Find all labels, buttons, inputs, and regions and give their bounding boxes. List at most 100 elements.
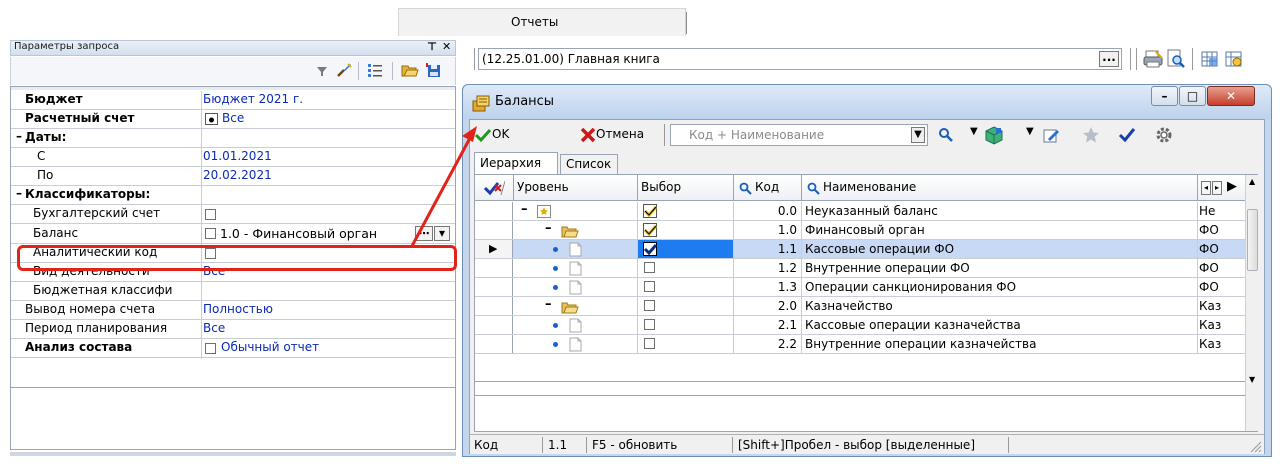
table-row[interactable]: – 0.0 Неуказанный баланс Не: [475, 202, 1245, 221]
search-icon[interactable]: [938, 127, 954, 143]
filter-icon[interactable]: [316, 65, 328, 77]
search-options-chevron-icon[interactable]: ▼: [970, 126, 978, 137]
col-header-name[interactable]: Наименование: [823, 180, 916, 194]
cube-icon[interactable]: [984, 125, 1004, 145]
minimize-button[interactable]: –: [1151, 86, 1178, 106]
columns-menu-icon[interactable]: ▶: [1227, 179, 1237, 194]
row-indicator[interactable]: [475, 316, 513, 334]
col-header-level[interactable]: Уровень: [517, 180, 569, 194]
row-indicator[interactable]: [475, 335, 513, 353]
collapse-icon[interactable]: –: [521, 202, 528, 217]
param-value[interactable]: Бюджет 2021 г.: [203, 92, 303, 106]
collapse-icon[interactable]: –: [545, 221, 552, 236]
collapse-icon[interactable]: –: [16, 186, 22, 200]
balance-value[interactable]: 1.0 - Финансовый орган: [220, 226, 410, 241]
checkbox[interactable]: [644, 338, 655, 349]
preview-icon[interactable]: [1166, 49, 1186, 69]
param-row-accounting-account[interactable]: Бухгалтерский счет: [11, 205, 455, 224]
settings-report-icon[interactable]: [1224, 49, 1244, 69]
row-indicator[interactable]: [475, 202, 513, 220]
dialog-titlebar[interactable]: Балансы – □ ✕: [463, 85, 1271, 119]
column-scroll-right-button[interactable]: ▸: [1212, 181, 1222, 195]
param-row-date-from[interactable]: С 01.01.2021: [11, 148, 455, 167]
pin-icon[interactable]: ⊤: [427, 40, 437, 53]
row-indicator[interactable]: [475, 259, 513, 277]
ok-button[interactable]: OK: [474, 123, 544, 145]
search-name-icon[interactable]: [807, 182, 820, 195]
param-row-date-to[interactable]: По 20.02.2021: [11, 167, 455, 186]
param-row-budget[interactable]: Бюджет Бюджет 2021 г.: [11, 91, 455, 110]
param-value[interactable]: Полностью: [203, 302, 273, 316]
column-scroll-left-button[interactable]: ◂: [1201, 181, 1211, 195]
report-selector[interactable]: (12.25.01.00) Главная книга ...: [478, 48, 1122, 70]
param-value[interactable]: Все: [222, 111, 244, 125]
gear-icon[interactable]: [1154, 125, 1174, 145]
resize-grip-icon[interactable]: [1248, 439, 1262, 453]
report-browse-button[interactable]: ...: [1099, 51, 1119, 67]
table-row[interactable]: – 2.0 Казначейство Каз: [475, 297, 1245, 316]
selected-choice-cell[interactable]: [638, 240, 733, 258]
maximize-button[interactable]: □: [1179, 86, 1206, 106]
partial-check-icon[interactable]: [643, 223, 658, 237]
cube-options-chevron-icon[interactable]: ▼: [1026, 126, 1034, 137]
param-row-composition-analysis[interactable]: Анализ состава Обычный отчет: [11, 339, 455, 358]
param-row-budget-classification[interactable]: Бюджетная классифи: [11, 282, 455, 301]
tab-list[interactable]: Список: [560, 154, 618, 174]
print-icon[interactable]: [1142, 49, 1164, 69]
collapse-icon[interactable]: –: [545, 297, 552, 312]
collapse-icon[interactable]: –: [16, 129, 22, 143]
table-row[interactable]: 1.3 Операции санкционирования ФО ФО: [475, 278, 1245, 297]
partial-check-icon[interactable]: [643, 204, 658, 218]
checkbox[interactable]: [205, 343, 216, 354]
search-dropdown-button[interactable]: ▼: [911, 127, 925, 143]
mark-checkmark-icon[interactable]: [1118, 126, 1136, 144]
list-settings-icon[interactable]: [367, 62, 383, 78]
param-value[interactable]: Обычный отчет: [221, 340, 319, 354]
param-group-classifiers[interactable]: – Классификаторы:: [11, 186, 455, 205]
vertical-scrollbar[interactable]: ▲ ▼: [1245, 175, 1259, 431]
check-all-icon[interactable]: [483, 179, 505, 197]
report-name[interactable]: (12.25.01.00) Главная книга: [482, 52, 660, 66]
table-row[interactable]: ▶ 1.1 Кассовые операции ФО ФО: [475, 240, 1245, 259]
scroll-up-icon[interactable]: ▲: [1249, 177, 1255, 186]
search-combo[interactable]: Код + Наименование ▼: [670, 124, 928, 146]
param-row-account-number-output[interactable]: Вывод номера счета Полностью: [11, 301, 455, 320]
ellipsis-button[interactable]: ⋯: [415, 226, 433, 241]
row-indicator[interactable]: [475, 278, 513, 296]
close-button[interactable]: ✕: [1207, 86, 1255, 106]
favorite-star-icon[interactable]: [1082, 126, 1100, 144]
param-value[interactable]: 01.01.2021: [203, 149, 272, 163]
search-input[interactable]: Код + Наименование: [689, 128, 824, 142]
checkbox[interactable]: [205, 228, 216, 239]
edit-icon[interactable]: [1042, 126, 1060, 144]
col-header-choice[interactable]: Выбор: [641, 180, 681, 194]
balance-editor[interactable]: 1.0 - Финансовый орган ⋯ ▾: [202, 224, 455, 243]
param-value[interactable]: Все: [203, 321, 225, 335]
panel-splitter[interactable]: [10, 452, 456, 456]
close-panel-icon[interactable]: ✕: [442, 40, 451, 53]
param-value[interactable]: 20.02.2021: [203, 168, 272, 182]
search-code-icon[interactable]: [739, 182, 752, 195]
row-indicator[interactable]: [475, 221, 513, 239]
param-row-balance[interactable]: Баланс 1.0 - Финансовый орган ⋯ ▾: [11, 224, 455, 244]
param-group-dates[interactable]: – Даты:: [11, 129, 455, 148]
save-icon[interactable]: [425, 61, 443, 79]
scroll-thumb[interactable]: [1247, 209, 1258, 271]
brush-icon[interactable]: [335, 61, 353, 79]
checkbox[interactable]: [644, 262, 655, 273]
checkbox[interactable]: [644, 281, 655, 292]
radio-icon[interactable]: [205, 113, 218, 125]
checkbox[interactable]: [205, 209, 216, 220]
param-row-planning-period[interactable]: Период планирования Все: [11, 320, 455, 339]
dropdown-button[interactable]: ▾: [434, 226, 450, 241]
row-indicator[interactable]: ▶: [475, 240, 513, 258]
table-row[interactable]: 1.2 Внутренние операции ФО ФО: [475, 259, 1245, 278]
table-row[interactable]: – 1.0 Финансовый орган ФО: [475, 221, 1245, 240]
tab-hierarchy[interactable]: Иерархия: [474, 152, 558, 174]
export-grid-icon[interactable]: [1200, 49, 1220, 69]
table-row[interactable]: 2.1 Кассовые операции казначейства Каз: [475, 316, 1245, 335]
checkbox[interactable]: [644, 319, 655, 330]
open-folder-icon[interactable]: [401, 61, 419, 79]
cancel-button[interactable]: Отмена: [580, 123, 670, 145]
param-row-account[interactable]: Расчетный счет Все: [11, 110, 455, 129]
